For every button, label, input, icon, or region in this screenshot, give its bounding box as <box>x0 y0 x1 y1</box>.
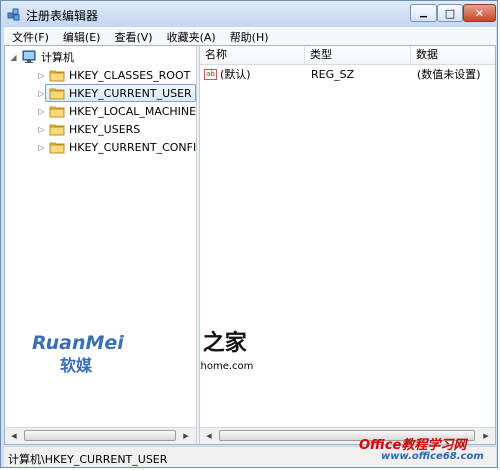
tree-node-label: HKEY_USERS <box>69 122 141 136</box>
tree-node-current-config[interactable]: ▷ HKEY_CURRENT_CONFIG <box>37 138 196 156</box>
close-icon: ✕ <box>474 6 485 20</box>
folder-icon <box>49 106 65 118</box>
menu-edit[interactable]: 编辑(E) <box>55 27 107 45</box>
status-path: 计算机\HKEY_CURRENT_USER <box>8 453 168 466</box>
collapsed-arrow-icon[interactable]: ▷ <box>37 143 46 152</box>
tree-node-users[interactable]: ▷ HKEY_USERS <box>37 120 140 138</box>
value-data: (数值未设置) <box>417 68 481 81</box>
list-header: 名称 类型 数据 <box>200 46 495 65</box>
scroll-left-icon[interactable]: ◀ <box>6 429 22 443</box>
office68-watermark: Office教程学习网 www.office68.com <box>359 434 484 462</box>
menu-bar: 文件(F) 编辑(E) 查看(V) 收藏夹(A) 帮助(H) <box>4 27 496 46</box>
column-data-header[interactable]: 数据 <box>411 46 495 64</box>
collapsed-arrow-icon[interactable]: ▷ <box>37 125 46 134</box>
column-type-header[interactable]: 类型 <box>305 46 411 64</box>
ithome-logo: IT 之家 www.ithome.com <box>200 326 253 372</box>
menu-help[interactable]: 帮助(H) <box>222 27 275 45</box>
tree-pane: ◢ 计算机 ▷ HKEY_CLASSES_ROOT ▷ HKEY_CURRENT… <box>5 46 196 444</box>
tree-horizontal-scrollbar[interactable]: ◀ ▶ <box>5 427 196 444</box>
column-name-header[interactable]: 名称 <box>200 46 305 64</box>
regedit-window: 注册表编辑器 ▁ □ ✕ 文件(F) 编辑(E) 查看(V) 收藏夹(A) 帮助… <box>0 0 498 468</box>
ruanmei-logo: RuanMei 软媒 <box>32 332 124 376</box>
tree-node-label: HKEY_CURRENT_USER <box>69 86 192 100</box>
menu-favorites[interactable]: 收藏夹(A) <box>159 27 222 45</box>
folder-icon <box>49 88 65 100</box>
collapsed-arrow-icon[interactable]: ▷ <box>37 107 46 116</box>
computer-icon <box>22 50 36 63</box>
watermark-url: www.office68.com <box>381 451 484 462</box>
expanded-arrow-icon[interactable]: ◢ <box>9 53 18 62</box>
list-pane: 名称 类型 数据 ab (默认) REG_SZ (数值未设置) IT 之家 ww… <box>200 46 495 444</box>
menu-file[interactable]: 文件(F) <box>4 27 55 45</box>
tree-node-local-machine[interactable]: ▷ HKEY_LOCAL_MACHINE <box>37 102 196 120</box>
collapsed-arrow-icon[interactable]: ▷ <box>37 71 46 80</box>
tree-node-label: HKEY_LOCAL_MACHINE <box>69 104 196 118</box>
maximize-icon: □ <box>444 6 456 20</box>
minimize-button[interactable]: ▁ <box>410 4 437 22</box>
selected-highlight[interactable]: HKEY_CURRENT_USER <box>45 84 196 102</box>
tree-node-classes-root[interactable]: ▷ HKEY_CLASSES_ROOT <box>37 66 190 84</box>
content-area: ◢ 计算机 ▷ HKEY_CLASSES_ROOT ▷ HKEY_CURRENT… <box>4 45 496 445</box>
scroll-left-icon[interactable]: ◀ <box>201 429 217 443</box>
string-value-icon: ab <box>204 69 217 80</box>
menu-view[interactable]: 查看(V) <box>106 27 158 45</box>
value-name: (默认) <box>220 68 251 81</box>
list-item[interactable]: ab (默认) REG_SZ (数值未设置) <box>200 66 495 84</box>
window-title: 注册表编辑器 <box>26 9 99 23</box>
scroll-right-icon[interactable]: ▶ <box>178 429 194 443</box>
title-bar[interactable]: 注册表编辑器 ▁ □ ✕ <box>1 1 497 27</box>
ithome-url: www.ithome.com <box>200 361 254 372</box>
minimize-icon: ▁ <box>420 8 427 18</box>
tree-node-current-user[interactable]: ▷ HKEY_CURRENT_USER <box>37 84 196 102</box>
folder-icon <box>49 124 65 136</box>
tree-node-computer[interactable]: ◢ 计算机 <box>9 48 74 66</box>
folder-icon <box>49 142 65 154</box>
tree-root-label: 计算机 <box>41 51 74 64</box>
folder-icon <box>49 70 65 82</box>
ithome-logo-cn: 之家 <box>202 331 247 356</box>
ruanmei-logo-cn: 软媒 <box>60 356 93 375</box>
tree-node-label: HKEY_CURRENT_CONFIG <box>69 140 196 154</box>
scroll-thumb[interactable] <box>24 430 176 441</box>
tree-node-label: HKEY_CLASSES_ROOT <box>69 68 191 82</box>
ruanmei-logo-en: RuanMei <box>32 332 124 354</box>
value-type: REG_SZ <box>311 68 355 81</box>
maximize-button[interactable]: □ <box>437 4 463 22</box>
close-button[interactable]: ✕ <box>463 4 496 22</box>
regedit-icon <box>7 8 20 21</box>
